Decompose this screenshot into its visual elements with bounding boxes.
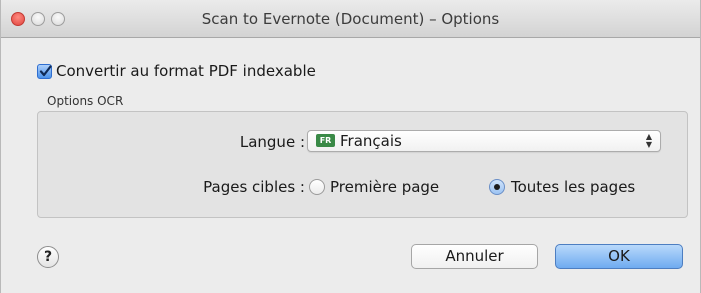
first-page-radio-label[interactable]: Première page [330,178,439,196]
up-down-arrows-icon: ▲ ▼ [645,132,652,149]
all-pages-radio-label[interactable]: Toutes les pages [511,178,635,196]
options-window: Scan to Evernote (Document) – Options Co… [0,0,701,293]
french-flag-icon: FR [316,134,335,147]
cancel-button[interactable]: Annuler [411,244,538,269]
language-select-value: Français [340,132,402,150]
first-page-radio[interactable] [309,179,325,195]
ocr-options-caption: Options OCR [47,94,124,108]
language-select[interactable]: FR Français ▲ ▼ [307,130,661,152]
pdf-indexable-option[interactable]: Convertir au format PDF indexable [37,62,316,80]
window-title: Scan to Evernote (Document) – Options [201,10,500,28]
all-pages-radio[interactable] [489,179,505,195]
title-bar[interactable]: Scan to Evernote (Document) – Options [1,0,700,38]
pdf-indexable-checkbox[interactable] [37,63,52,79]
target-pages-label: Pages cibles : [203,178,305,196]
language-label: Langue : [239,133,305,151]
pdf-indexable-label[interactable]: Convertir au format PDF indexable [56,62,316,80]
help-button[interactable]: ? [37,246,59,268]
ok-button[interactable]: OK [555,244,683,269]
ocr-options-group [37,111,688,218]
checkmark-icon [39,64,52,76]
